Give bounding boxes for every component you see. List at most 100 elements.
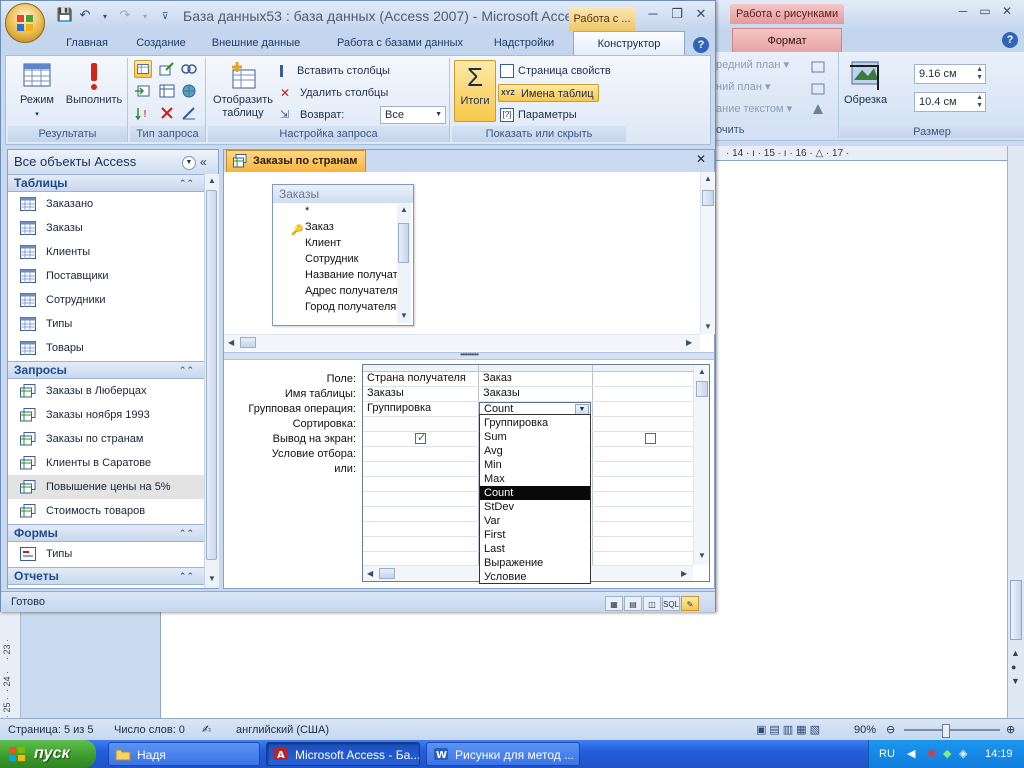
scroll-right-icon[interactable]: ▶: [686, 338, 692, 347]
word-context-tab[interactable]: Работа с рисунками: [730, 4, 845, 24]
nav-scrollbar[interactable]: ▲ ▼: [204, 174, 219, 588]
customize-qat-icon[interactable]: ⊽: [155, 11, 175, 22]
zoom-level[interactable]: 90%: [854, 719, 876, 741]
minimize-icon[interactable]: ─: [952, 4, 974, 18]
datasheet-view-icon[interactable]: ▦: [605, 596, 623, 611]
scroll-thumb[interactable]: [240, 337, 256, 348]
nav-table-item[interactable]: Сотрудники: [8, 288, 204, 312]
tab-format[interactable]: Формат: [732, 28, 842, 52]
nav-table-item[interactable]: Заказано: [8, 192, 204, 216]
field-list-scrollbar[interactable]: ▲ ▼: [397, 203, 411, 323]
select-query-icon[interactable]: [134, 60, 152, 78]
undo-icon[interactable]: ↶: [75, 7, 95, 23]
vertical-scrollbar[interactable]: ▲ ● ▼: [1007, 146, 1024, 718]
scroll-up-icon[interactable]: ▲: [698, 367, 706, 376]
crop-button[interactable]: Обрезка: [844, 94, 887, 106]
nav-query-item[interactable]: Заказы в Люберцах: [8, 379, 204, 403]
collapse-pane-icon[interactable]: «: [200, 152, 207, 172]
dropdown-option[interactable]: StDev: [480, 500, 590, 514]
context-tab-query-tools[interactable]: Работа с ...: [569, 7, 635, 31]
minimize-icon[interactable]: ─: [641, 6, 665, 21]
dropdown-option[interactable]: Sum: [480, 430, 590, 444]
nav-pane-header[interactable]: Все объекты Access ▼ «: [8, 150, 218, 175]
section-reports[interactable]: Отчеты ⌃⌃: [8, 567, 204, 585]
field-item[interactable]: Название получате: [305, 267, 397, 283]
scroll-down-icon[interactable]: ▼: [698, 551, 706, 560]
table-pane[interactable]: Заказы * 🔑 Заказ Клиент Сотрудник Назван…: [224, 172, 715, 352]
delete-query-icon[interactable]: [158, 104, 176, 122]
append-query-icon[interactable]: [134, 82, 152, 100]
insert-columns-button[interactable]: Вставить столбцы: [280, 62, 390, 80]
taskbar-folder[interactable]: Надя: [108, 742, 260, 766]
tab-external-data[interactable]: Внешние данные: [201, 31, 311, 55]
field-item[interactable]: Адрес получателя: [305, 283, 397, 299]
language-indicator[interactable]: английский (США): [236, 719, 329, 741]
tab-create[interactable]: Создание: [125, 31, 197, 55]
col1-show-checkbox[interactable]: ✓: [415, 432, 426, 444]
scroll-down-icon[interactable]: ▼: [208, 574, 216, 583]
help-icon[interactable]: ?: [693, 37, 709, 53]
crosstab-query-icon[interactable]: [158, 82, 176, 100]
section-forms[interactable]: Формы ⌃⌃: [8, 524, 204, 542]
field-item[interactable]: Клиент: [305, 235, 397, 251]
scroll-up-icon[interactable]: ▲: [208, 176, 216, 185]
show-table-button[interactable]: Отобразить таблицу: [210, 60, 276, 120]
tray-arrow-icon[interactable]: ◀: [907, 740, 915, 768]
scroll-up-icon[interactable]: ▲: [400, 205, 408, 214]
tab-home[interactable]: Главная: [51, 31, 123, 55]
dropdown-option[interactable]: Условие: [480, 570, 590, 584]
maximize-icon[interactable]: ▭: [974, 4, 996, 18]
scroll-left-icon[interactable]: ◀: [367, 569, 373, 578]
col2-field-cell[interactable]: Заказ: [479, 371, 512, 386]
scroll-thumb[interactable]: [696, 381, 708, 397]
browse-buttons[interactable]: ▲ ● ▼: [1011, 646, 1020, 688]
scroll-thumb[interactable]: [206, 190, 217, 560]
bring-forward-button[interactable]: редний план ▾: [716, 58, 789, 71]
office-button[interactable]: [5, 3, 45, 43]
view-button[interactable]: Режим ▾: [12, 60, 62, 121]
text-wrap-button[interactable]: ание текстом ▾: [716, 102, 792, 115]
dropdown-option[interactable]: Last: [480, 542, 590, 556]
design-view-icon[interactable]: ✎: [681, 596, 699, 611]
section-tables[interactable]: Таблицы ⌃⌃: [8, 174, 204, 192]
pass-through-query-icon[interactable]: [180, 82, 198, 100]
scroll-down-icon[interactable]: ▼: [400, 311, 408, 320]
scroll-thumb[interactable]: [398, 223, 409, 263]
nav-table-item[interactable]: Типы: [8, 312, 204, 336]
close-icon[interactable]: ✕: [996, 4, 1018, 18]
shape-height-field[interactable]: 9.16 см ▲ ▼: [914, 64, 986, 84]
volume-icon[interactable]: ◈: [959, 740, 967, 768]
col1-table-cell[interactable]: Заказы: [363, 386, 404, 401]
redo-icon[interactable]: ↷: [115, 7, 135, 23]
grid-vscroll[interactable]: ▲ ▼: [693, 365, 709, 565]
total-function-dropdown[interactable]: Группировка Sum Avg Min Max Count StDev …: [479, 414, 591, 584]
word-count[interactable]: Число слов: 0: [114, 719, 185, 741]
field-item[interactable]: Заказ: [305, 219, 397, 235]
align-icons[interactable]: [810, 58, 830, 118]
close-icon[interactable]: ✕: [696, 152, 706, 166]
zoom-in-icon[interactable]: ⊕: [1006, 719, 1015, 741]
totals-button[interactable]: Σ Итоги: [454, 60, 496, 122]
pivot-chart-icon[interactable]: ◫: [643, 596, 661, 611]
clock[interactable]: 14:19: [985, 740, 1013, 768]
run-button[interactable]: Выполнить: [62, 60, 126, 107]
union-query-icon[interactable]: [180, 60, 198, 78]
col3-show-checkbox[interactable]: [645, 433, 656, 444]
restore-icon[interactable]: ❐: [665, 6, 689, 22]
shape-width-field[interactable]: 10.4 см ▲ ▼: [914, 92, 986, 112]
table-pane-vscroll[interactable]: ▲ ▼: [700, 172, 715, 334]
nav-table-item[interactable]: Поставщики: [8, 264, 204, 288]
taskbar-access[interactable]: A Microsoft Access - Ба...: [266, 742, 420, 766]
start-button[interactable]: пуск: [0, 740, 96, 768]
dropdown-option[interactable]: Var: [480, 514, 590, 528]
table-pane-hscroll[interactable]: ◀ ▶: [224, 334, 700, 351]
tab-database-tools[interactable]: Работа с базами данных: [323, 31, 477, 55]
col1-field-cell[interactable]: Страна получателя: [363, 371, 466, 386]
chevron-down-icon[interactable]: ▾: [135, 12, 155, 21]
nav-table-item[interactable]: Товары: [8, 336, 204, 360]
table-names-button[interactable]: XYZ Имена таблиц: [498, 84, 599, 102]
data-definition-query-icon[interactable]: [180, 104, 198, 122]
pivot-table-icon[interactable]: ▤: [624, 596, 642, 611]
update-query-icon[interactable]: !: [134, 104, 152, 122]
dropdown-option-selected[interactable]: Count: [480, 486, 590, 500]
